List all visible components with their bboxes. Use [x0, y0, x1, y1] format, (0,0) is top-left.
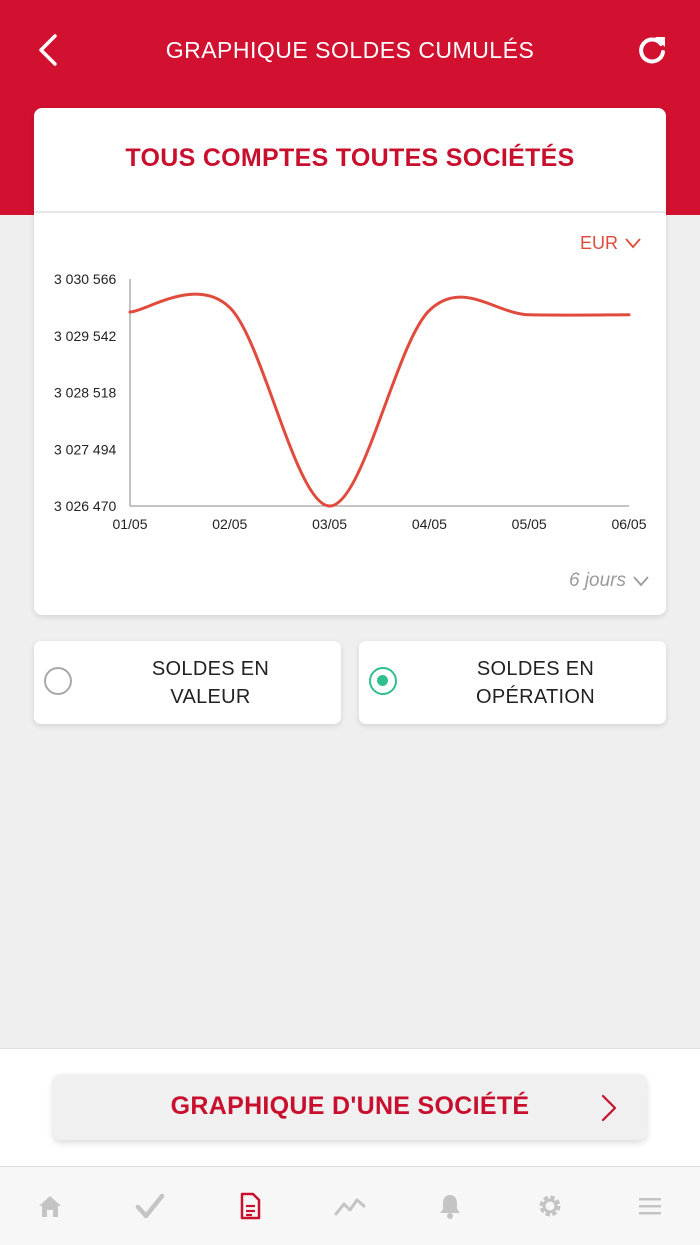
tab-alerts[interactable]: [420, 1176, 480, 1236]
option-label: SOLDES EN VALEUR: [151, 658, 270, 708]
y-tick-label: 3 026 470: [54, 498, 116, 514]
y-tick-label: 3 028 518: [54, 385, 116, 401]
document-icon: [240, 1192, 261, 1220]
bell-icon: [440, 1195, 460, 1219]
tab-bar: [0, 1166, 700, 1245]
home-icon: [39, 1196, 61, 1217]
refresh-button[interactable]: [630, 28, 674, 72]
x-tick-label: 06/05: [611, 516, 646, 532]
check-icon: [135, 1193, 165, 1219]
series-line: [128, 292, 631, 508]
chevron-down-icon: [625, 238, 641, 249]
currency-label: EUR: [579, 232, 618, 253]
company-chart-button[interactable]: GRAPHIQUE D'UNE SOCIÉTÉ: [53, 1074, 647, 1140]
tab-home[interactable]: [20, 1176, 80, 1236]
period-selector[interactable]: 6 jours: [569, 568, 650, 594]
option-soldes-en-operation[interactable]: SOLDES EN OPÉRATION: [359, 641, 666, 724]
menu-icon: [639, 1198, 661, 1215]
option-soldes-en-valeur[interactable]: SOLDES EN VALEUR: [34, 641, 341, 724]
chevron-left-icon: [39, 34, 57, 66]
x-tick-label: 01/05: [112, 516, 147, 532]
tab-statements[interactable]: [220, 1176, 280, 1236]
tab-menu[interactable]: [620, 1176, 680, 1236]
trend-icon: [334, 1198, 366, 1216]
y-tick-label: 3 029 542: [54, 328, 116, 344]
x-tick-label: 03/05: [312, 516, 347, 532]
period-label: 6 jours: [568, 570, 626, 591]
tab-charts[interactable]: [320, 1176, 380, 1236]
chevron-right-icon: [601, 1094, 617, 1122]
x-tick-label: 04/05: [412, 516, 447, 532]
tab-settings[interactable]: [520, 1176, 580, 1236]
company-chart-button-label: GRAPHIQUE D'UNE SOCIÉTÉ: [170, 1092, 530, 1120]
x-tick-label: 02/05: [212, 516, 247, 532]
option-label: SOLDES EN OPÉRATION: [475, 658, 595, 708]
radio-button-selected[interactable]: [369, 667, 397, 695]
back-button[interactable]: [28, 30, 68, 70]
card-title: TOUS COMPTES TOUTES SOCIÉTÉS: [125, 144, 575, 172]
y-tick-label: 3 027 494: [54, 441, 116, 457]
radio-button-unselected[interactable]: [44, 667, 72, 695]
card-divider: [34, 211, 666, 213]
page-title: GRAPHIQUE SOLDES CUMULÉS: [165, 37, 535, 63]
balance-line-chart: 3 026 470 3 027 494 3 028 518 3 029 542 3 03…: [54, 271, 647, 532]
chevron-down-icon: [633, 576, 649, 587]
chart-card: TOUS COMPTES TOUTES SOCIÉTÉS EUR 3 026 4…: [34, 108, 666, 615]
refresh-icon: [639, 37, 665, 64]
y-tick-label: 3 030 566: [54, 271, 116, 287]
x-tick-label: 05/05: [512, 516, 547, 532]
tab-validation[interactable]: [120, 1176, 180, 1236]
currency-selector[interactable]: EUR: [580, 230, 642, 256]
gear-icon: [539, 1195, 561, 1217]
